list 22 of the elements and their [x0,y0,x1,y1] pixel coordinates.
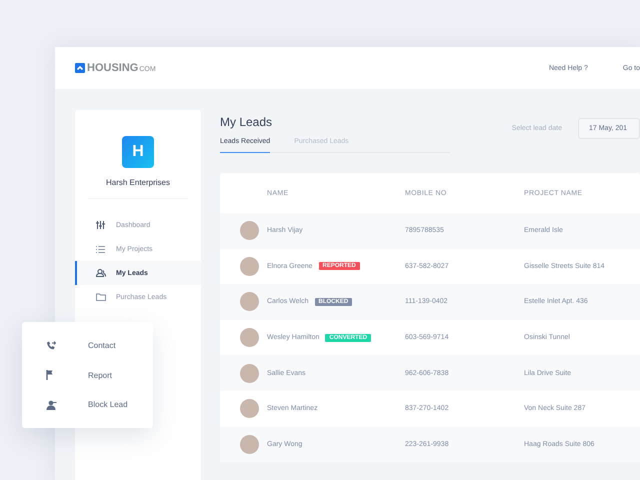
menu-item[interactable]: Contact [22,340,153,352]
avatar [240,256,259,276]
sliders-icon [96,221,105,229]
avatar [240,399,259,418]
phone-icon [46,340,56,350]
company-name: Harsh Enterprises [106,178,170,187]
person-icon [46,400,57,410]
logo-wordmark: HOUSING [87,62,138,74]
people-icon [96,269,106,277]
avatar [240,221,259,240]
menu-item[interactable]: Report [22,369,153,381]
flag-icon [46,370,53,380]
list-icon [96,246,105,252]
avatar [240,434,259,454]
avatar [240,364,259,383]
menu-item[interactable]: Block Lead [22,398,153,410]
logo-icon [75,63,85,73]
company-logo: H [122,136,154,168]
avatar [240,328,259,348]
page-title: My Leads [220,115,274,129]
folder-icon [96,293,106,301]
avatar [240,292,259,312]
